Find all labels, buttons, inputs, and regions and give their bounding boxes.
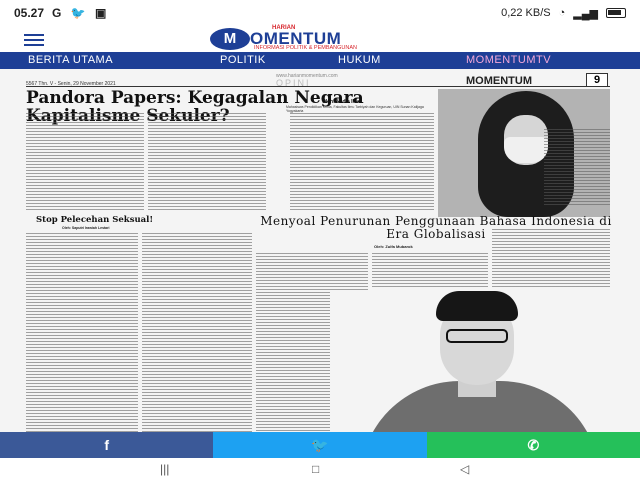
paper-section: OPINI bbox=[276, 78, 311, 88]
logo-mark: M bbox=[210, 28, 250, 50]
share-bar: f 🐦 ✆ bbox=[0, 432, 640, 458]
status-notification-icons: G 🐦 ▣ bbox=[52, 6, 112, 20]
site-header: HARIAN M OMENTUM INFORMASI POLITIK & PEM… bbox=[0, 25, 640, 52]
article-column bbox=[26, 113, 144, 211]
back-button[interactable]: ◁ bbox=[460, 462, 469, 476]
article-column bbox=[544, 129, 610, 207]
paper-header: 5567 Thn. V - Senin, 29 November 2021 ww… bbox=[26, 73, 610, 88]
sub-article-headline: Stop Pelecehan Seksual! bbox=[36, 215, 154, 225]
main-nav: BERITA UTAMA POLITIK HUKUM MOMENTUMTV bbox=[0, 52, 640, 69]
system-nav-bar: ||| □ ◁ bbox=[0, 458, 640, 480]
nav-item-hukum[interactable]: HUKUM bbox=[338, 54, 381, 66]
article-column bbox=[290, 113, 434, 211]
article-column bbox=[26, 233, 138, 432]
whatsapp-icon: ✆ bbox=[527, 436, 540, 453]
status-time: 05.27 bbox=[14, 6, 45, 20]
home-button[interactable]: □ bbox=[312, 462, 319, 476]
wifi-icon: ◔ bbox=[558, 7, 566, 19]
nav-item-berita-utama[interactable]: BERITA UTAMA bbox=[28, 54, 113, 66]
facebook-icon: f bbox=[104, 437, 109, 453]
signal-icon: ▂▄▆ bbox=[573, 7, 598, 20]
twitter-icon: 🐦 bbox=[311, 436, 329, 453]
article-column bbox=[142, 233, 252, 432]
site-logo[interactable]: HARIAN M OMENTUM INFORMASI POLITIK & PEM… bbox=[210, 25, 440, 52]
article-column bbox=[492, 229, 610, 289]
share-twitter-button[interactable]: 🐦 bbox=[213, 432, 427, 458]
google-icon: G bbox=[52, 6, 62, 20]
battery-icon bbox=[606, 8, 626, 18]
share-facebook-button[interactable]: f bbox=[0, 432, 214, 458]
article-author-desc: Mahasiswa Pendidikan Kimia, Fakultas Ilm… bbox=[286, 105, 424, 113]
article2-author: Oleh: Zulfa Mubarok bbox=[374, 244, 413, 249]
twitter-icon: 🐦 bbox=[70, 6, 86, 20]
article-column bbox=[148, 113, 266, 211]
author2-photo bbox=[330, 291, 610, 432]
app-icon: ▣ bbox=[95, 6, 107, 20]
nav-item-momentumtv[interactable]: MOMENTUMTV bbox=[466, 54, 551, 66]
menu-icon[interactable] bbox=[24, 34, 44, 46]
logo-tagline: INFORMASI POLITIK & PEMBANGUNAN bbox=[254, 45, 357, 51]
newspaper-page: 5567 Thn. V - Senin, 29 November 2021 ww… bbox=[0, 69, 640, 432]
paper-page-number: 9 bbox=[586, 73, 608, 87]
article-column bbox=[372, 253, 488, 289]
sub-article-author: Oleh: Saputri Irawiah Lestari bbox=[62, 226, 110, 230]
nav-item-politik[interactable]: POLITIK bbox=[220, 54, 266, 66]
recent-apps-button[interactable]: ||| bbox=[160, 462, 169, 476]
paper-edition: 5567 Thn. V - Senin, 29 November 2021 bbox=[26, 81, 116, 87]
paper-mini-logo: MOMENTUM bbox=[466, 75, 532, 87]
share-whatsapp-button[interactable]: ✆ bbox=[426, 432, 640, 458]
status-bar: 05.27 G 🐦 ▣ 0,22 KB/S ◔ ▂▄▆ bbox=[0, 0, 640, 26]
network-speed: 0,22 KB/S bbox=[501, 7, 551, 19]
